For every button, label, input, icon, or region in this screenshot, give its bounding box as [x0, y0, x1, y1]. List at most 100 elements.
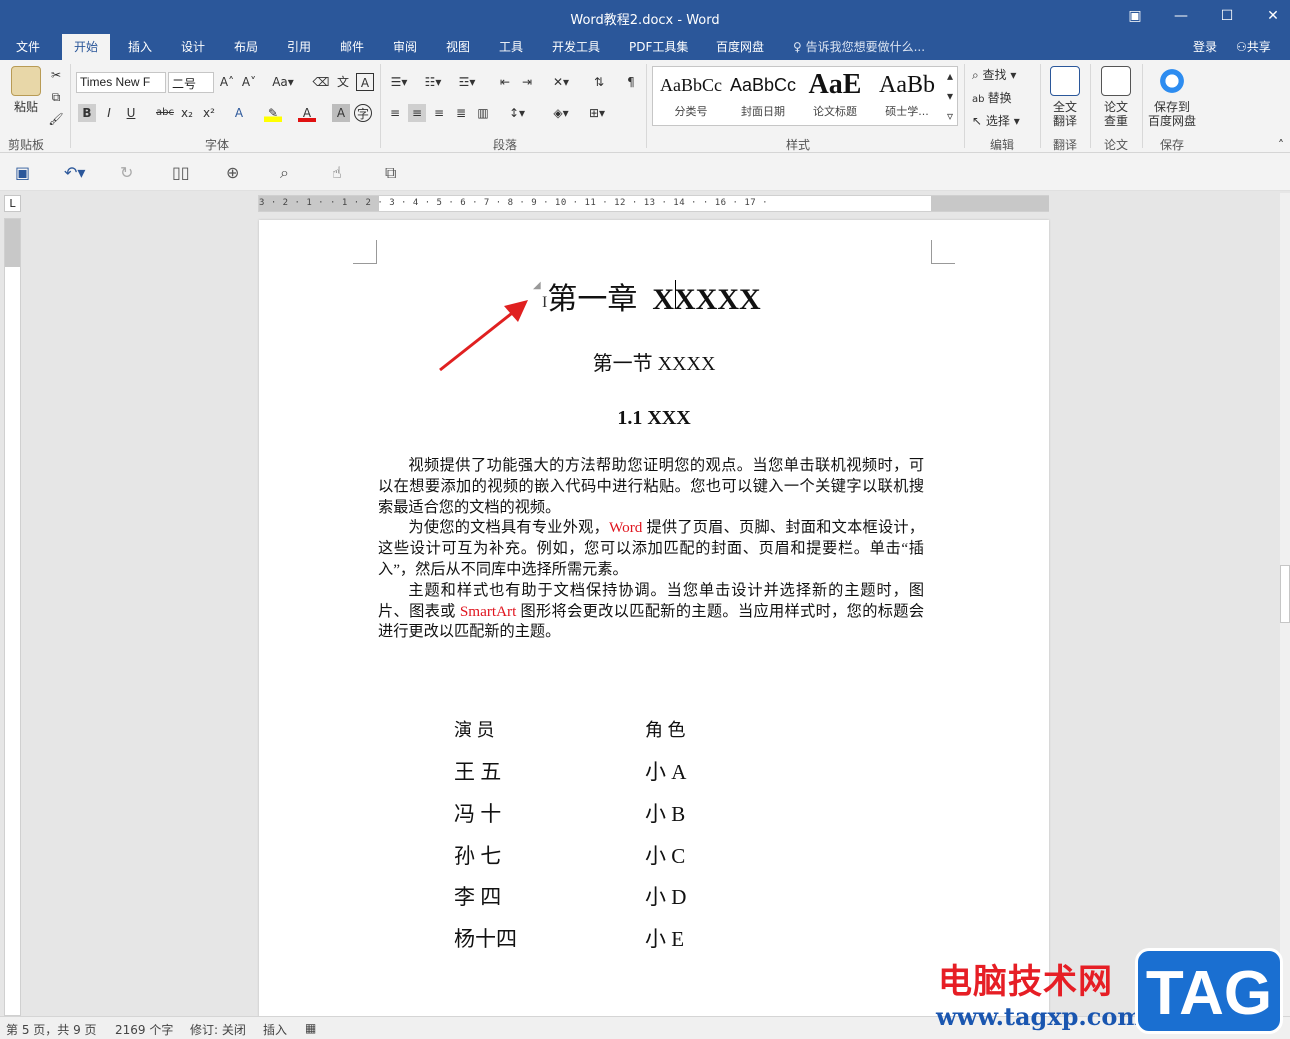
divider: [1090, 64, 1091, 148]
strikethrough-button[interactable]: abc: [154, 104, 176, 122]
customize-icon[interactable]: ⧉: [385, 163, 396, 183]
format-painter-icon[interactable]: 🖌: [47, 110, 65, 128]
change-case-icon[interactable]: Aa▾: [270, 73, 296, 91]
copy-icon[interactable]: ⧉: [47, 88, 65, 106]
decrease-indent-icon[interactable]: ⇤: [496, 73, 514, 91]
minimize-button[interactable]: —: [1170, 6, 1192, 26]
underline-button[interactable]: U: [122, 104, 140, 122]
superscript-button[interactable]: x²: [200, 104, 218, 122]
tab-selector[interactable]: L: [4, 195, 21, 212]
redo-icon[interactable]: ↻: [120, 163, 133, 182]
macro-icon[interactable]: ▦: [305, 1021, 316, 1035]
share-button[interactable]: ⚇共享: [1236, 38, 1271, 55]
sort-icon[interactable]: ⇅: [590, 73, 608, 91]
touch-mode-icon[interactable]: ☝: [332, 163, 342, 182]
save-icon[interactable]: ▣: [15, 163, 30, 182]
tab-review[interactable]: 审阅: [393, 38, 417, 55]
distributed-icon[interactable]: ▥: [474, 104, 492, 122]
italic-button[interactable]: I: [100, 104, 118, 122]
numbering-icon[interactable]: ☷▾: [420, 73, 446, 91]
tab-insert[interactable]: 插入: [128, 38, 152, 55]
print-preview-icon[interactable]: ⌕: [280, 163, 289, 183]
styles-more[interactable]: ▿: [943, 107, 957, 125]
align-left-icon[interactable]: ≡: [386, 104, 404, 122]
grow-font-icon[interactable]: A˄: [218, 73, 236, 91]
tab-design[interactable]: 设计: [181, 38, 205, 55]
align-right-icon[interactable]: ≡: [430, 104, 448, 122]
char-shading-icon[interactable]: A: [332, 104, 350, 122]
bullets-icon[interactable]: ☰▾: [386, 73, 412, 91]
show-marks-icon[interactable]: ¶: [622, 73, 640, 91]
tab-home[interactable]: 开始: [62, 34, 111, 60]
close-button[interactable]: ✕: [1262, 6, 1284, 26]
cut-icon[interactable]: ✂: [47, 66, 65, 84]
tab-pdf-tools[interactable]: PDF工具集: [629, 38, 688, 55]
revision-status[interactable]: 修订: 关闭: [190, 1021, 246, 1038]
undo-icon[interactable]: ↶▾: [64, 163, 85, 182]
chinese-layout-icon[interactable]: ✕▾: [548, 73, 574, 91]
cloud-icon: [1157, 66, 1187, 96]
borders-icon[interactable]: ⊞▾: [584, 104, 610, 122]
scrollbar-thumb[interactable]: [1280, 565, 1290, 623]
bold-button[interactable]: B: [78, 104, 96, 122]
style-item[interactable]: AaE 论文标题: [799, 71, 871, 119]
find-button[interactable]: ⌕ 查找 ▾: [972, 66, 1016, 83]
highlight-icon[interactable]: ✎: [264, 104, 282, 122]
font-size-select[interactable]: 二号: [168, 72, 214, 93]
collapse-ribbon-icon[interactable]: ˄: [1272, 136, 1290, 154]
phonetic-guide-icon[interactable]: 文: [334, 73, 352, 91]
subscript-button[interactable]: x₂: [178, 104, 196, 122]
line-spacing-icon[interactable]: ↕▾: [504, 104, 530, 122]
style-item[interactable]: AaBbCc 封面日期: [727, 71, 799, 119]
style-item[interactable]: AaBb 硕士学...: [871, 71, 943, 119]
tab-tools[interactable]: 工具: [499, 38, 523, 55]
section-heading: 第一节 XXXX: [592, 353, 716, 375]
tab-file[interactable]: 文件: [16, 38, 40, 55]
word-count[interactable]: 2169 个字: [115, 1021, 173, 1038]
tab-references[interactable]: 引用: [287, 38, 311, 55]
enclose-char-icon[interactable]: 字: [354, 104, 372, 122]
styles-scroll-up[interactable]: ▴: [943, 67, 957, 85]
justify-icon[interactable]: ≣: [452, 104, 470, 122]
watermark-url: www.tagxp.com: [936, 1002, 1143, 1031]
char-border-icon[interactable]: A: [356, 73, 374, 91]
font-color-icon[interactable]: A: [298, 104, 316, 122]
cast-actor: 孙 七: [454, 844, 502, 868]
font-name-select[interactable]: Times New F: [76, 72, 166, 93]
tab-layout[interactable]: 布局: [234, 38, 258, 55]
horizontal-ruler[interactable]: 3 · 2 · 1 · · 1 · 2 · 3 · 4 · 5 · 6 · 7 …: [258, 195, 1049, 212]
tab-mailings[interactable]: 邮件: [340, 38, 364, 55]
tab-baidu-disk[interactable]: 百度网盘: [716, 38, 764, 55]
clear-format-icon[interactable]: ⌫: [312, 73, 330, 91]
replace-button[interactable]: ab 替换: [972, 89, 1012, 106]
align-center-icon[interactable]: ≡: [408, 104, 426, 122]
ribbon-display-icon[interactable]: ▣: [1124, 6, 1146, 26]
vertical-scrollbar[interactable]: [1280, 193, 1290, 1016]
full-translate-button[interactable]: 全文 翻译: [1045, 66, 1085, 128]
tell-me-search[interactable]: ♀ 告诉我您想要做什么...: [793, 38, 925, 55]
page-count[interactable]: 第 5 页，共 9 页: [6, 1021, 97, 1038]
styles-scroll-down[interactable]: ▾: [943, 87, 957, 105]
select-button[interactable]: ↖ 选择 ▾: [972, 112, 1020, 129]
margin-corner: [353, 240, 377, 264]
multilevel-list-icon[interactable]: ☲▾: [454, 73, 480, 91]
text-effects-icon[interactable]: A: [230, 104, 248, 122]
paper-check-button[interactable]: 论文 查重: [1096, 66, 1136, 128]
web-layout-icon[interactable]: ⊕: [226, 163, 239, 182]
read-mode-icon[interactable]: ▯▯: [172, 163, 190, 182]
divider: [70, 64, 71, 148]
tab-developer[interactable]: 开发工具: [552, 38, 600, 55]
increase-indent-icon[interactable]: ⇥: [518, 73, 536, 91]
maximize-button[interactable]: ☐: [1216, 6, 1238, 26]
tab-view[interactable]: 视图: [446, 38, 470, 55]
paragraph-group-label: 段落: [493, 138, 518, 152]
style-item[interactable]: AaBbCc 分类号: [655, 71, 727, 119]
vertical-ruler[interactable]: [4, 218, 21, 1016]
document-page[interactable]: ◢ 第一章 XXXXX I 第一节 XXXX 1.1 XXX 视频提供了功能强大…: [259, 220, 1049, 1020]
paste-button[interactable]: 粘贴: [8, 66, 44, 114]
insert-mode[interactable]: 插入: [263, 1021, 287, 1038]
shading-icon[interactable]: ◈▾: [548, 104, 574, 122]
login-button[interactable]: 登录: [1193, 38, 1217, 55]
save-to-baidu-button[interactable]: 保存到 百度网盘: [1146, 66, 1198, 128]
shrink-font-icon[interactable]: A˅: [240, 73, 258, 91]
